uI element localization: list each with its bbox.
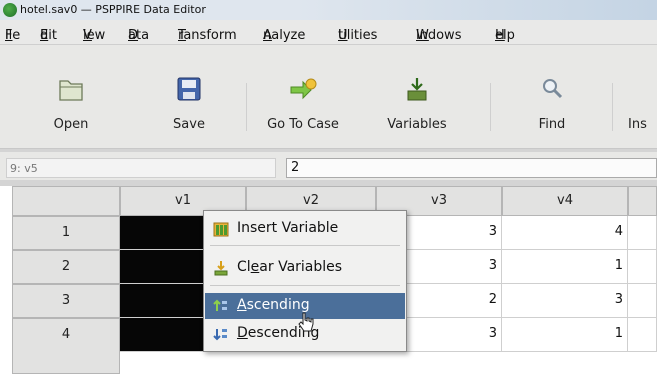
variables-icon bbox=[407, 78, 427, 101]
cell-r1-v4[interactable]: 4 bbox=[502, 216, 628, 250]
cell-r4-v4[interactable]: 1 bbox=[502, 318, 628, 352]
sort-ascending-icon bbox=[213, 299, 227, 311]
insert-label: Ins bbox=[628, 117, 647, 132]
variables-label: Variables bbox=[387, 117, 447, 132]
menu-divider bbox=[210, 245, 400, 246]
find-button[interactable]: Find bbox=[507, 75, 597, 139]
insert-button[interactable]: Ins bbox=[618, 75, 657, 139]
cell-r2-v5[interactable] bbox=[628, 250, 657, 284]
toolbar-divider bbox=[490, 83, 491, 131]
title-bar: hotel.sav0 — PSPPIRE Data Editor bbox=[0, 0, 657, 20]
clear-variables-icon bbox=[214, 261, 228, 276]
column-header-v5[interactable] bbox=[628, 186, 657, 216]
cell-r2-v4[interactable]: 1 bbox=[502, 250, 628, 284]
magnifier-icon bbox=[543, 79, 563, 99]
insert-variable-label: Insert Variable bbox=[237, 220, 339, 236]
cell-r4-v5[interactable] bbox=[628, 318, 657, 352]
insert-variable-icon bbox=[213, 222, 229, 237]
go-to-case-icon bbox=[290, 78, 317, 100]
corner-header bbox=[12, 186, 120, 216]
sort-descending-icon bbox=[213, 329, 227, 341]
clear-variables-item[interactable]: Clear Variables bbox=[205, 255, 405, 281]
find-label: Find bbox=[538, 117, 566, 132]
mouse-pointer-icon bbox=[298, 312, 314, 332]
row-header-1[interactable]: 1 bbox=[12, 216, 120, 250]
save-label: Save bbox=[173, 117, 205, 132]
save-button[interactable]: Save bbox=[144, 75, 234, 139]
menu-bar: File Edit View Data Transform Analyze Ut… bbox=[0, 20, 657, 45]
column-header-v4[interactable]: v4 bbox=[502, 186, 628, 216]
open-button[interactable]: Open bbox=[26, 75, 116, 139]
cell-reference: 9: v5 bbox=[6, 158, 276, 178]
menu-divider bbox=[210, 285, 400, 286]
open-label: Open bbox=[53, 117, 89, 132]
toolbar-divider bbox=[612, 83, 613, 131]
row-header-2[interactable]: 2 bbox=[12, 250, 120, 284]
row-header-4[interactable]: 4 bbox=[12, 318, 120, 374]
cell-r3-v5[interactable] bbox=[628, 284, 657, 318]
toolbar-divider bbox=[246, 83, 247, 131]
save-icon bbox=[177, 77, 201, 101]
go-to-case-button[interactable]: Go To Case bbox=[258, 75, 348, 139]
row-header-3[interactable]: 3 bbox=[12, 284, 120, 318]
app-icon bbox=[3, 3, 17, 17]
go-to-case-label: Go To Case bbox=[267, 117, 339, 132]
folder-icon bbox=[59, 80, 83, 101]
toolbar: Open Save Go To Case Variables Find Ins bbox=[0, 45, 657, 149]
cell-r1-v5[interactable] bbox=[628, 216, 657, 250]
insert-variable-item[interactable]: Insert Variable bbox=[205, 216, 405, 242]
clear-variables-label: Clear Variables bbox=[237, 259, 343, 275]
cell-reference-bar: 9: v5 2 bbox=[0, 152, 657, 180]
cell-r3-v4[interactable]: 3 bbox=[502, 284, 628, 318]
window-title: hotel.sav0 — PSPPIRE Data Editor bbox=[20, 3, 206, 16]
cell-value-input[interactable]: 2 bbox=[286, 158, 657, 178]
variables-button[interactable]: Variables bbox=[372, 75, 462, 139]
